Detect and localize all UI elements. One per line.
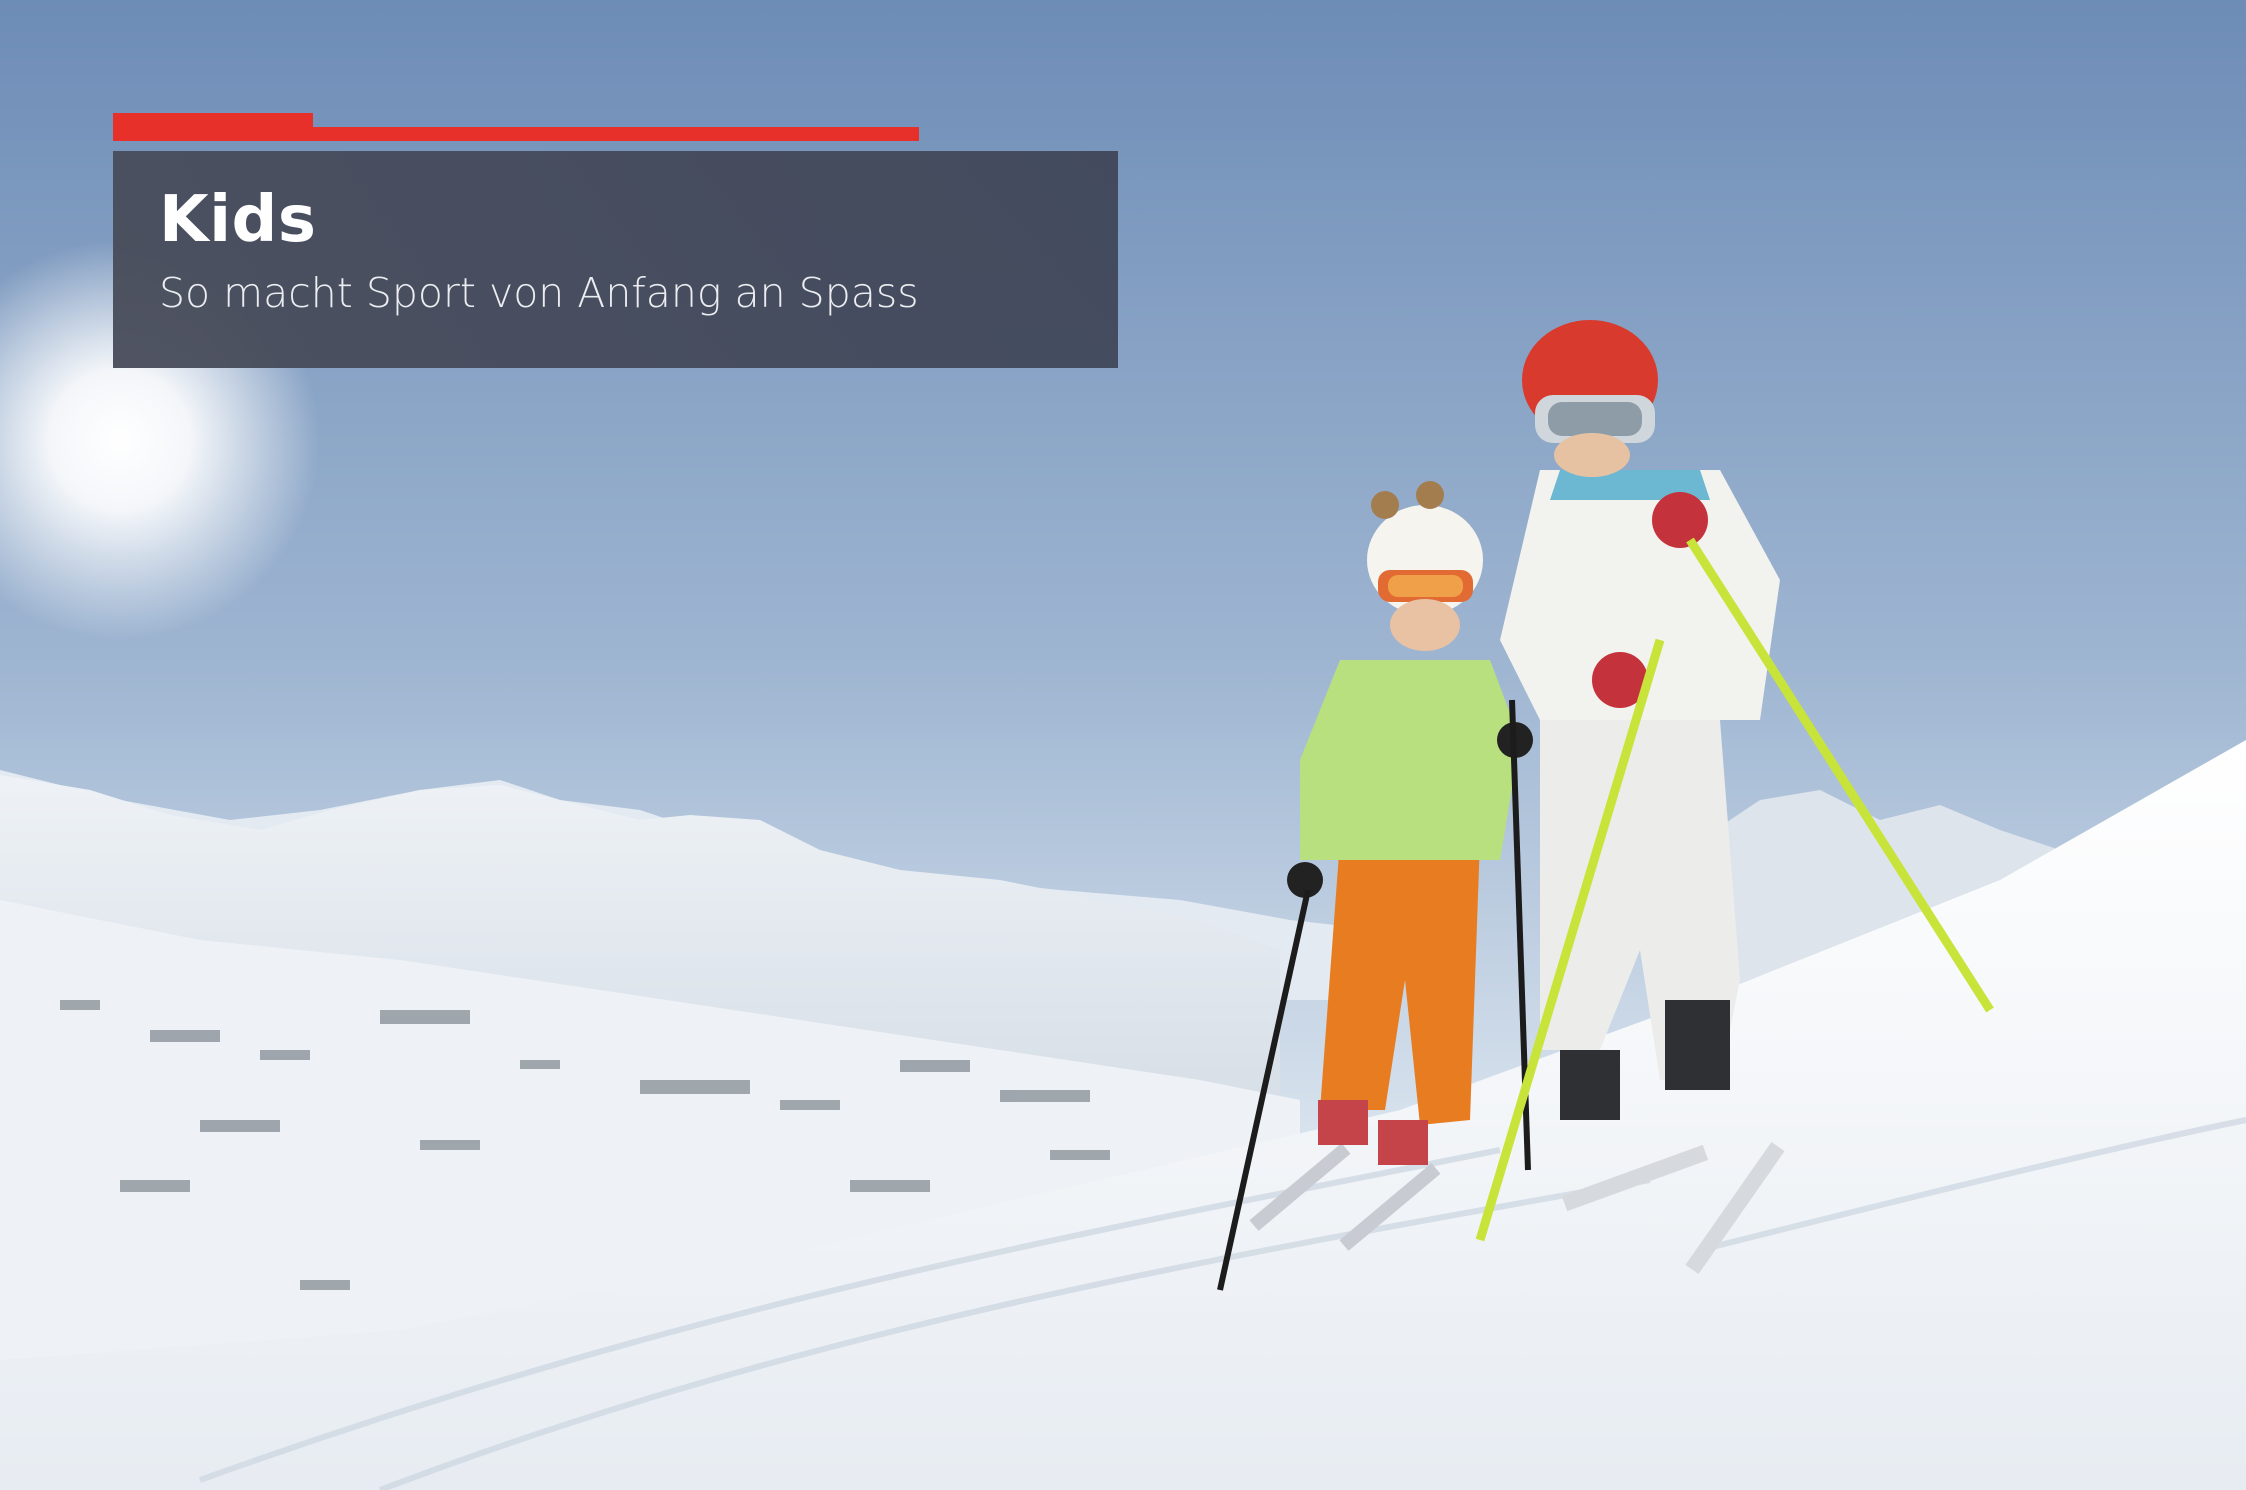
accent-bar-thick bbox=[113, 113, 313, 141]
page-title: Kids bbox=[159, 183, 317, 257]
title-box: Kids So macht Sport von Anfang an Spass bbox=[113, 151, 1118, 368]
page-subtitle: So macht Sport von Anfang an Spass bbox=[159, 269, 919, 318]
accent-bar-thin bbox=[313, 127, 919, 141]
